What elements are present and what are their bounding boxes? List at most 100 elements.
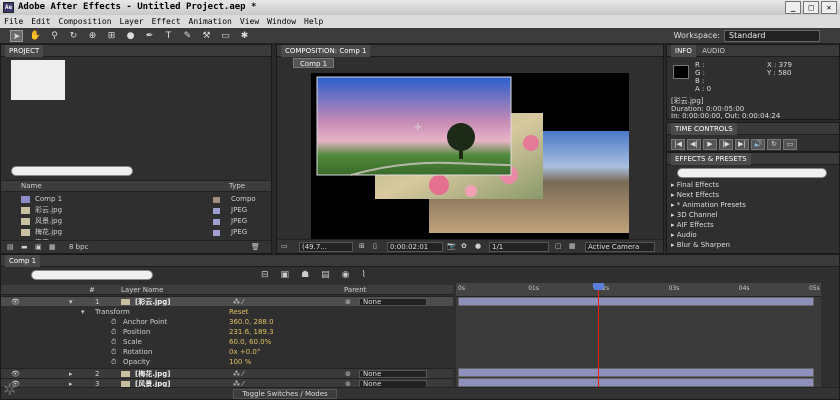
tab-composition[interactable]: COMPOSITION: Comp 1 [281,45,371,57]
comp-subtab[interactable]: Comp 1 [293,58,335,68]
stopwatch-icon[interactable]: ⏱ [111,327,116,337]
mask-tool-icon[interactable]: ● [124,30,137,42]
effects-category[interactable]: ▸ Blur & Sharpen [671,241,730,250]
tab-timeline-comp[interactable]: Comp 1 [5,255,41,267]
menu-composition[interactable]: Composition [59,15,112,28]
maximize-button[interactable]: □ [803,1,819,14]
visibility-eye-icon[interactable]: 👁 [11,297,20,307]
label-color-swatch[interactable] [213,197,220,203]
resolution-select[interactable]: 1/1 [489,242,549,252]
parent-select[interactable]: None [359,370,427,378]
timecode-display[interactable]: 0:00:02:01 [387,242,443,252]
property-value[interactable]: 0x +0.0° [229,347,260,357]
brush-tool-icon[interactable]: ✎ [181,30,194,42]
zoom-tool-icon[interactable]: ⚲ [48,30,61,42]
timeline-graph-area[interactable]: 0s 01s 02s 03s 04s 05s [456,283,821,387]
tab-time-controls[interactable]: TIME CONTROLS [671,123,737,135]
expand-arrow-icon[interactable]: ▾ [69,297,73,307]
camera-tool-icon[interactable]: ⊕ [86,30,99,42]
mask-visibility-icon[interactable]: ▯ [373,240,377,253]
timeline-search-input[interactable] [31,270,153,280]
effects-category[interactable]: ▸ AIF Effects [671,221,714,230]
column-layer-name[interactable]: Layer Name [121,285,163,295]
stopwatch-icon[interactable]: ⏱ [111,337,116,347]
tab-info[interactable]: INFO [671,45,696,57]
column-num[interactable]: # [89,285,95,295]
effects-category[interactable]: ▸ 3D Channel [671,211,718,220]
transparency-grid-icon[interactable]: ▦ [569,240,576,253]
comp-mini-flowchart-icon[interactable]: ⊟ [261,270,269,280]
snapshot-icon[interactable]: 📷 [447,240,456,253]
layer-switches[interactable]: ⁂ ⁄ [233,297,243,307]
trash-icon[interactable]: 🗑 [251,241,260,253]
column-type[interactable]: Type [229,181,245,192]
label-color-swatch[interactable] [213,208,220,214]
parent-select[interactable]: None [359,298,427,306]
menu-help[interactable]: Help [304,15,323,28]
column-name[interactable]: Name [21,181,42,192]
transform-property[interactable]: ⏱ Anchor Point 360.0, 288.0 [1,317,453,327]
expand-arrow-icon[interactable]: ▾ [81,307,85,317]
draft-3d-icon[interactable]: ▣ [281,270,290,280]
graph-editor-icon[interactable]: ⌇ [362,270,366,280]
always-preview-icon[interactable]: ▭ [281,240,288,253]
transform-property[interactable]: ⏱ Position 231.6, 189.3 [1,327,453,337]
close-button[interactable]: ✕ [821,1,837,14]
project-search-input[interactable] [11,166,133,176]
menu-effect[interactable]: Effect [152,15,181,28]
menu-view[interactable]: View [240,15,259,28]
transform-group[interactable]: ▾ Transform Reset [1,307,453,317]
property-value[interactable]: 60.0, 60.0% [229,337,271,347]
region-of-interest-icon[interactable]: ▢ [555,240,562,253]
motion-blur-icon[interactable]: ◉ [342,270,350,280]
playhead[interactable] [598,283,600,387]
label-color-swatch[interactable] [213,219,220,225]
pen-tool-icon[interactable]: ✒ [143,30,156,42]
first-frame-button[interactable]: |◀ [671,139,685,150]
stopwatch-icon[interactable]: ⏱ [111,347,116,357]
interpret-footage-icon[interactable]: ▤ [7,241,14,253]
text-tool-icon[interactable]: T [162,30,175,42]
menu-animation[interactable]: Animation [189,15,232,28]
effects-category[interactable]: ▸ Next Effects [671,191,719,200]
stopwatch-icon[interactable]: ⏱ [111,317,116,327]
play-button[interactable]: ▶ [703,139,717,150]
transform-property[interactable]: ⏱ Rotation 0x +0.0° [1,347,453,357]
eraser-tool-icon[interactable]: ▭ [219,30,232,42]
project-item[interactable]: 风景.jpg JPEG [1,216,271,227]
clone-stamp-tool-icon[interactable]: ⚒ [200,30,213,42]
time-ruler[interactable]: 0s 01s 02s 03s 04s 05s [456,283,821,297]
loop-button[interactable]: ↻ [767,139,781,150]
effects-category[interactable]: ▸ Audio [671,231,697,240]
project-item[interactable]: 彩云.jpg JPEG [1,205,271,216]
color-depth-icon[interactable]: ▦ [49,241,56,253]
frame-blending-icon[interactable]: ▤ [321,270,330,280]
transform-property[interactable]: ⏱ Opacity 100 % [1,357,453,367]
tab-project[interactable]: PROJECT [5,45,44,57]
next-frame-button[interactable]: |▶ [719,139,733,150]
last-frame-button[interactable]: ▶| [735,139,749,150]
layer-duration-bar[interactable] [458,378,814,387]
layer-duration-bar[interactable] [458,297,814,306]
transform-property[interactable]: ⏱ Scale 60.0, 60.0% [1,337,453,347]
effects-category[interactable]: ▸ * Animation Presets [671,201,746,210]
stopwatch-icon[interactable]: ⏱ [111,357,116,367]
new-folder-icon[interactable]: ▬ [21,241,28,253]
safe-zones-icon[interactable]: ⊞ [359,240,365,253]
menu-file[interactable]: File [4,15,23,28]
selection-tool-icon[interactable]: ➤ [10,29,23,42]
label-color-swatch[interactable] [213,230,220,236]
minimize-button[interactable]: _ [785,1,801,14]
camera-select[interactable]: Active Camera [585,242,655,252]
property-value[interactable]: 100 % [229,357,251,367]
tab-effects-presets[interactable]: EFFECTS & PRESETS [671,153,751,165]
playhead-handle[interactable] [593,283,605,290]
property-value[interactable]: 231.6, 189.3 [229,327,274,337]
transform-reset-link[interactable]: Reset [229,307,249,317]
composition-viewer[interactable]: ✛ [311,73,629,239]
column-parent[interactable]: Parent [344,285,366,295]
new-comp-icon[interactable]: ▣ [35,241,42,253]
hand-tool-icon[interactable]: ✋ [29,30,42,42]
project-item[interactable]: Comp 1 Compo [1,194,271,205]
workspace-select[interactable]: Standard [724,30,820,42]
